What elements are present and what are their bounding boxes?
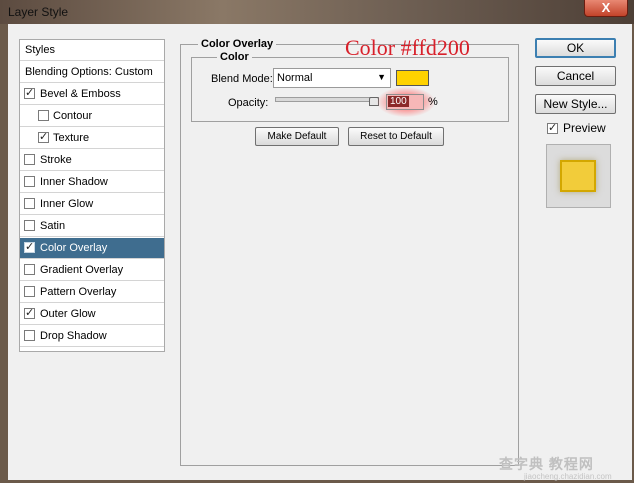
- style-item-label: Inner Glow: [40, 198, 94, 210]
- new-style-label: New Style...: [543, 97, 608, 111]
- color-subgroup-title: Color: [217, 51, 252, 63]
- cancel-label: Cancel: [556, 69, 595, 83]
- style-checkbox[interactable]: [24, 198, 35, 209]
- style-item-contour[interactable]: Contour: [20, 106, 164, 127]
- blend-mode-label: Blend Mode:: [211, 73, 273, 85]
- preview-checkbox[interactable]: ✓: [547, 123, 558, 134]
- style-checkbox[interactable]: [24, 264, 35, 275]
- styles-list: Styles Blending Options: Custom ✓ Bevel &…: [19, 39, 165, 352]
- style-item-label: Pattern Overlay: [40, 286, 117, 298]
- style-item-label: Inner Shadow: [40, 176, 108, 188]
- reset-default-label: Reset to Default: [360, 131, 432, 142]
- opacity-slider[interactable]: [275, 97, 379, 102]
- style-checkbox[interactable]: ✓: [38, 132, 49, 143]
- style-item-outer-glow[interactable]: ✓ Outer Glow: [20, 304, 164, 325]
- ok-button[interactable]: OK: [535, 38, 616, 58]
- style-item-satin[interactable]: Satin: [20, 216, 164, 237]
- title-bar[interactable]: Layer Style X: [0, 0, 634, 24]
- chevron-down-icon: ▼: [377, 72, 386, 82]
- blending-options-label: Blending Options: Custom: [25, 66, 153, 78]
- style-checkbox[interactable]: [24, 330, 35, 341]
- style-item-pattern-overlay[interactable]: Pattern Overlay: [20, 282, 164, 303]
- style-checkbox[interactable]: [24, 176, 35, 187]
- watermark-text: 查字典 教程网: [499, 456, 594, 472]
- color-subgroup: Color: [191, 51, 509, 122]
- blend-mode-select[interactable]: Normal ▼: [273, 68, 391, 88]
- overlay-color-swatch[interactable]: [396, 70, 429, 86]
- new-style-button[interactable]: New Style...: [535, 94, 616, 114]
- preview-thumbnail: [546, 144, 611, 208]
- make-default-label: Make Default: [267, 131, 327, 142]
- blend-mode-value: Normal: [277, 72, 313, 84]
- cancel-button[interactable]: Cancel: [535, 66, 616, 86]
- style-item-texture[interactable]: ✓ Texture: [20, 128, 164, 149]
- blending-options[interactable]: Blending Options: Custom: [20, 62, 164, 83]
- style-item-label: Contour: [53, 110, 93, 122]
- style-item-label: Color Overlay: [40, 242, 108, 254]
- style-item-color-overlay[interactable]: ✓ Color Overlay: [20, 238, 164, 259]
- opacity-input[interactable]: 100: [386, 94, 424, 110]
- style-checkbox[interactable]: ✓: [24, 242, 35, 253]
- preview-swatch: [560, 160, 596, 192]
- style-checkbox[interactable]: ✓: [24, 308, 35, 319]
- close-button[interactable]: X: [584, 0, 628, 17]
- opacity-label: Opacity:: [228, 97, 269, 109]
- make-default-button[interactable]: Make Default: [255, 127, 339, 146]
- style-item-bevel-emboss[interactable]: ✓ Bevel & Emboss: [20, 84, 164, 105]
- style-item-label: Gradient Overlay: [40, 264, 124, 276]
- style-item-label: Outer Glow: [40, 308, 96, 320]
- style-item-inner-shadow[interactable]: Inner Shadow: [20, 172, 164, 193]
- style-item-inner-glow[interactable]: Inner Glow: [20, 194, 164, 215]
- style-item-stroke[interactable]: Stroke: [20, 150, 164, 171]
- watermark-url: jiaocheng.chazidian.com: [524, 472, 612, 481]
- style-item-label: Drop Shadow: [40, 330, 107, 342]
- preview-label: Preview: [563, 121, 606, 135]
- style-checkbox[interactable]: [38, 110, 49, 121]
- styles-header[interactable]: Styles: [20, 40, 164, 61]
- percent-label: %: [428, 96, 438, 108]
- style-item-label: Bevel & Emboss: [40, 88, 121, 100]
- close-icon: X: [601, 0, 611, 15]
- style-checkbox[interactable]: [24, 154, 35, 165]
- style-checkbox[interactable]: [24, 220, 35, 231]
- ok-label: OK: [566, 41, 585, 55]
- style-item-drop-shadow[interactable]: Drop Shadow: [20, 326, 164, 347]
- style-checkbox[interactable]: [24, 286, 35, 297]
- style-checkbox[interactable]: ✓: [24, 88, 35, 99]
- annotation-text: Color #ffd200: [345, 35, 470, 60]
- styles-header-label: Styles: [25, 44, 55, 56]
- opacity-value: 100: [388, 96, 409, 107]
- color-overlay-title: Color Overlay: [198, 38, 277, 50]
- window-title: Layer Style: [8, 5, 69, 19]
- style-item-label: Texture: [53, 132, 90, 144]
- layer-style-dialog: Styles Blending Options: Custom ✓ Bevel &…: [8, 24, 632, 481]
- style-item-gradient-overlay[interactable]: Gradient Overlay: [20, 260, 164, 281]
- style-item-label: Satin: [40, 220, 66, 232]
- reset-default-button[interactable]: Reset to Default: [348, 127, 444, 146]
- style-item-label: Stroke: [40, 154, 72, 166]
